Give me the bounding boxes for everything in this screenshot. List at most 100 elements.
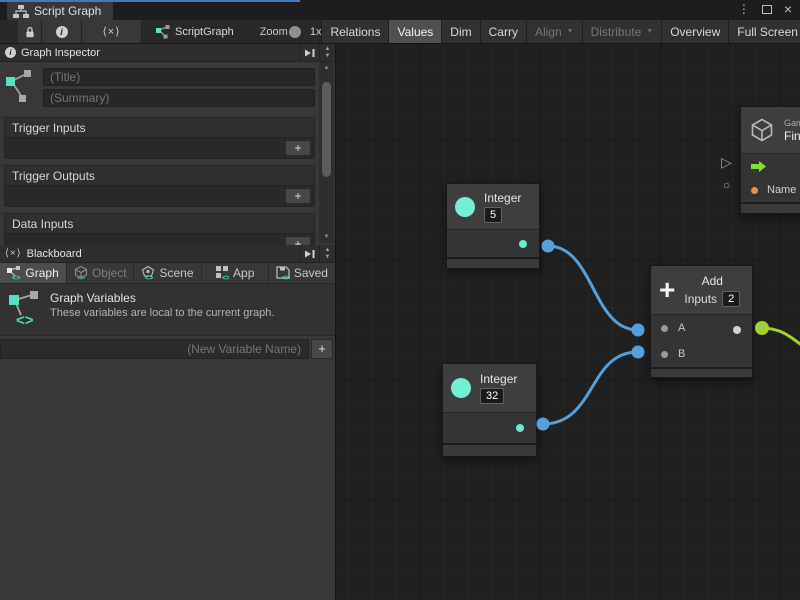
output-port[interactable]: [516, 424, 524, 432]
wire-endpoint[interactable]: [537, 418, 550, 431]
node-subtitle: Game Object: [784, 118, 800, 128]
node-title: Integer: [484, 191, 521, 205]
input-port-b[interactable]: B: [651, 341, 752, 367]
port-dot[interactable]: [661, 351, 668, 358]
add-trigger-output-button[interactable]: +: [285, 188, 311, 204]
port-dot[interactable]: [751, 187, 758, 194]
integer-value-field[interactable]: 5: [484, 207, 502, 223]
add-operator-icon: +: [659, 277, 675, 303]
trigger-arrow-icon: [751, 161, 767, 172]
dim-button[interactable]: Dim: [441, 20, 479, 43]
window-menu-icon[interactable]: ⋮: [738, 3, 750, 15]
graph-canvas[interactable]: Integer 5 Integer 32: [336, 44, 800, 600]
lock-icon: [25, 26, 35, 38]
inputs-label: Inputs: [684, 292, 717, 306]
add-node[interactable]: + Add Inputs 2 A B: [650, 265, 753, 378]
header-scroll-arrows[interactable]: ▲ ▼: [319, 44, 335, 61]
integer-node-5[interactable]: Integer 5: [446, 183, 540, 269]
tab-object[interactable]: <> Object: [67, 263, 134, 283]
trigger-input-port[interactable]: [741, 154, 800, 178]
info-icon: i: [56, 26, 68, 38]
integer-value-field[interactable]: 32: [480, 388, 504, 404]
blackboard-toggle-button[interactable]: ⟨×⟩: [82, 20, 142, 43]
integer-node-32[interactable]: Integer 32: [442, 363, 537, 457]
dock-pin-icon[interactable]: [300, 245, 319, 262]
game-object-find-node[interactable]: Game Object Find Name: [740, 106, 800, 214]
tab-label: Script Graph: [34, 4, 101, 18]
trigger-outputs-section: Trigger Outputs +: [4, 165, 315, 207]
new-variable-input[interactable]: [0, 339, 309, 359]
graph-breadcrumb-icon: [156, 25, 170, 39]
inspector-scrollbar[interactable]: ▲ ▼: [319, 62, 334, 243]
relations-button[interactable]: Relations: [321, 20, 388, 43]
values-button[interactable]: Values: [388, 20, 441, 43]
output-port[interactable]: [519, 240, 527, 248]
variables-icon: ⟨×⟩: [102, 25, 120, 38]
graph-inspector-body: Trigger Inputs + Trigger Outputs + Data …: [0, 62, 335, 245]
blackboard-title: Blackboard: [27, 248, 82, 260]
window-tab-bar: Script Graph ⋮ ×: [0, 0, 800, 20]
add-variable-button[interactable]: +: [311, 339, 333, 359]
output-port[interactable]: [733, 326, 741, 334]
graph-inspector-header: i Graph Inspector ▲ ▼: [0, 44, 335, 62]
object-tab-icon: <>: [74, 266, 88, 280]
graph-variables-icon: [6, 68, 36, 106]
scene-tab-icon: <>: [141, 266, 155, 280]
inputs-count-field[interactable]: 2: [722, 291, 740, 307]
full-screen-button[interactable]: Full Screen: [728, 20, 800, 43]
blackboard-icon: ⟨×⟩: [5, 248, 22, 259]
svg-text:<>: <>: [282, 275, 290, 280]
tab-graph[interactable]: <> Graph: [0, 263, 67, 283]
blackboard-tabs: <> Graph <> Object <> Scene: [0, 263, 335, 284]
scroll-up-icon[interactable]: ▲: [324, 62, 330, 74]
tab-app[interactable]: <> App: [202, 263, 269, 283]
inspector-toggle-button[interactable]: i: [42, 20, 82, 43]
saved-tab-icon: <>: [276, 266, 290, 280]
toolbar-left-buttons: i ⟨×⟩: [18, 20, 142, 43]
chevron-down-icon: ▼: [646, 28, 653, 35]
align-dropdown[interactable]: Align ▼: [526, 20, 582, 43]
svg-text:<>: <>: [222, 275, 229, 280]
scroll-down-icon[interactable]: ▼: [324, 231, 330, 243]
unconnected-value-icon[interactable]: ○: [723, 178, 730, 192]
toolbar-actions: Relations Values Dim Carry Align ▼ Distr…: [321, 20, 800, 43]
lock-button[interactable]: [18, 20, 42, 43]
add-trigger-input-button[interactable]: +: [285, 140, 311, 156]
title-field[interactable]: [43, 68, 315, 86]
tab-saved[interactable]: <> Saved: [269, 263, 335, 283]
sidebar: i Graph Inspector ▲ ▼: [0, 44, 336, 600]
zoom-label: Zoom: [260, 26, 288, 38]
name-input-port[interactable]: Name: [741, 178, 800, 202]
wire-add-output[interactable]: [762, 328, 800, 353]
wire-endpoint[interactable]: [632, 346, 645, 359]
tab-script-graph[interactable]: Script Graph: [7, 2, 113, 20]
dock-pin-icon[interactable]: [300, 44, 319, 61]
wire-endpoint[interactable]: [542, 240, 555, 253]
section-title: Trigger Inputs: [4, 117, 315, 137]
app-tab-icon: <>: [215, 266, 229, 280]
distribute-dropdown[interactable]: Distribute ▼: [582, 20, 662, 43]
wire-endpoint[interactable]: [755, 321, 769, 335]
tab-scene[interactable]: <> Scene: [134, 263, 201, 283]
wire-integer32-to-add-b[interactable]: [543, 352, 638, 424]
info-icon: i: [5, 47, 16, 58]
header-scroll-arrows[interactable]: ▲ ▼: [319, 245, 335, 262]
summary-field[interactable]: [43, 89, 315, 107]
wire-integer5-to-add-a[interactable]: [548, 246, 638, 330]
breadcrumb[interactable]: ScriptGraph: [156, 20, 234, 43]
carry-button[interactable]: Carry: [480, 20, 526, 43]
breadcrumb-label: ScriptGraph: [175, 26, 234, 38]
svg-text:<>: <>: [77, 275, 85, 280]
overview-button[interactable]: Overview: [661, 20, 728, 43]
wire-endpoint[interactable]: [632, 324, 645, 337]
chevron-down-icon: ▼: [567, 28, 574, 35]
node-title: Integer: [480, 372, 517, 386]
unconnected-trigger-icon[interactable]: ▷: [721, 154, 732, 171]
maximize-icon[interactable]: [762, 5, 772, 14]
graph-inspector-title: Graph Inspector: [21, 47, 100, 59]
zoom-slider-handle[interactable]: [289, 26, 301, 38]
port-dot[interactable]: [661, 325, 668, 332]
close-icon[interactable]: ×: [784, 3, 792, 15]
scrollbar-thumb[interactable]: [322, 82, 331, 177]
script-graph-icon: [13, 5, 29, 18]
